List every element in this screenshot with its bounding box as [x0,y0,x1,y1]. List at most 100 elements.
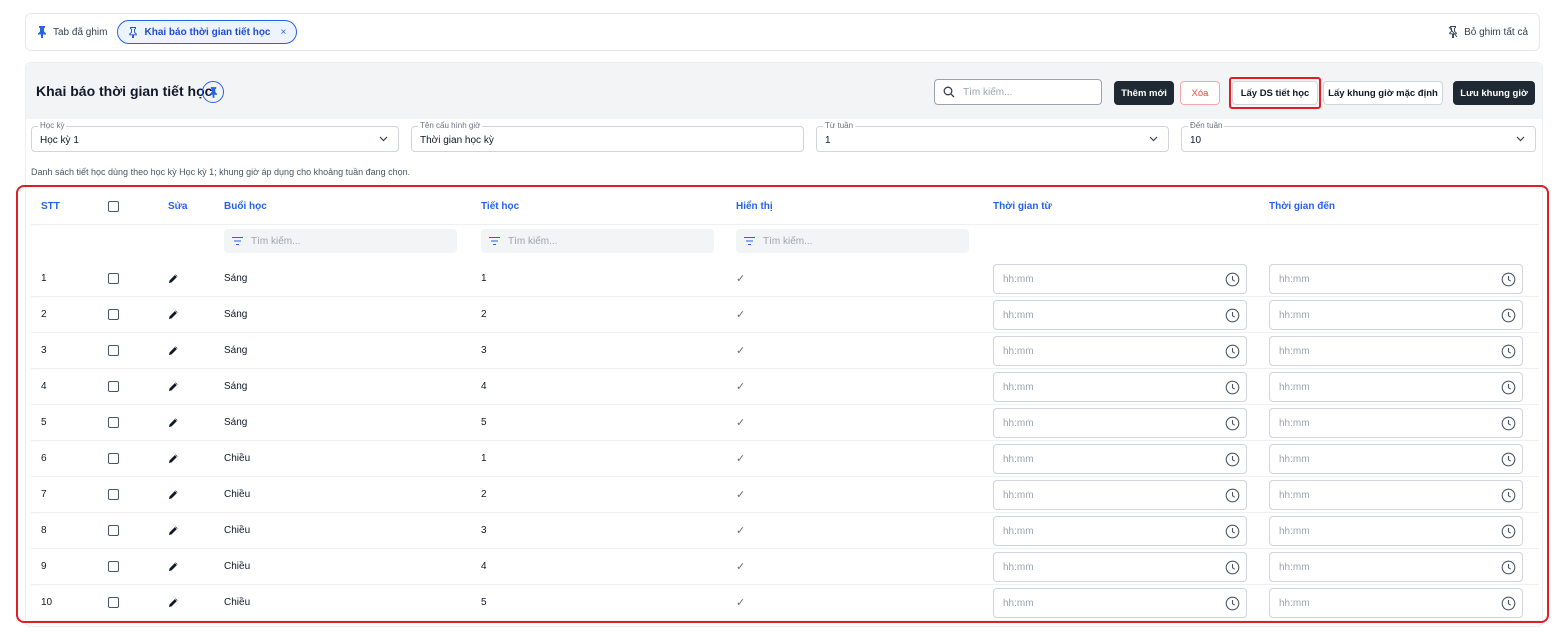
clock-icon[interactable] [1501,416,1516,431]
table-row[interactable]: 8 Chiều 3 ✓ hh:mm hh:mm [31,513,1539,549]
table-row[interactable]: 10 Chiều 5 ✓ hh:mm hh:mm [31,585,1539,621]
row-checkbox-cell[interactable] [108,297,119,332]
time-to-input[interactable]: hh:mm [1269,588,1523,618]
clock-icon[interactable] [1225,560,1240,575]
search-input[interactable] [963,86,1083,98]
clock-icon[interactable] [1225,380,1240,395]
pencil-icon[interactable] [168,345,179,356]
display-filter[interactable]: Tìm kiếm... [736,229,969,253]
clock-icon[interactable] [1225,344,1240,359]
period-filter[interactable]: Tìm kiếm... [481,229,714,253]
time-to-input[interactable]: hh:mm [1269,408,1523,438]
time-to-input[interactable]: hh:mm [1269,480,1523,510]
row-checkbox[interactable] [108,597,119,608]
time-from-input[interactable]: hh:mm [993,264,1247,294]
time-from-input[interactable]: hh:mm [993,480,1247,510]
time-from-input[interactable]: hh:mm [993,372,1247,402]
row-checkbox[interactable] [108,417,119,428]
time-from-input[interactable]: hh:mm [993,300,1247,330]
row-checkbox[interactable] [108,561,119,572]
semester-select[interactable]: Học kỳ Học kỳ 1 [31,121,399,152]
clock-icon[interactable] [1225,308,1240,323]
edit-cell[interactable] [168,297,179,332]
clock-icon[interactable] [1225,416,1240,431]
edit-cell[interactable] [168,549,179,584]
row-checkbox[interactable] [108,273,119,284]
col-session[interactable]: Buổi học [224,189,267,224]
config-name-field[interactable]: Tên cấu hình giờ Thời gian học kỳ [411,121,804,152]
get-default-timeframe-button[interactable]: Lấy khung giờ mặc định [1323,81,1443,105]
pencil-icon[interactable] [168,453,179,464]
add-new-button[interactable]: Thêm mới [1114,81,1174,105]
row-checkbox-cell[interactable] [108,333,119,368]
pencil-icon[interactable] [168,309,179,320]
delete-button[interactable]: Xóa [1180,81,1220,105]
row-checkbox[interactable] [108,309,119,320]
row-checkbox[interactable] [108,489,119,500]
clock-icon[interactable] [1501,380,1516,395]
pencil-icon[interactable] [168,417,179,428]
row-checkbox[interactable] [108,381,119,392]
time-from-input[interactable]: hh:mm [993,516,1247,546]
select-all-checkbox[interactable] [108,201,119,212]
time-from-input[interactable]: hh:mm [993,444,1247,474]
edit-cell[interactable] [168,585,179,620]
pinned-tab-active[interactable]: Khai báo thời gian tiết học × [117,20,298,44]
time-to-input[interactable]: hh:mm [1269,372,1523,402]
row-checkbox-cell[interactable] [108,261,119,296]
clock-icon[interactable] [1501,272,1516,287]
to-week-select[interactable]: Đến tuần 10 [1181,121,1536,152]
time-to-input[interactable]: hh:mm [1269,444,1523,474]
close-icon[interactable]: × [281,27,287,38]
edit-cell[interactable] [168,477,179,512]
row-checkbox[interactable] [108,525,119,536]
table-row[interactable]: 3 Sáng 3 ✓ hh:mm hh:mm [31,333,1539,369]
col-display[interactable]: Hiển thị [736,189,773,224]
time-to-input[interactable]: hh:mm [1269,552,1523,582]
session-filter[interactable]: Tìm kiếm... [224,229,457,253]
row-checkbox-cell[interactable] [108,513,119,548]
clock-icon[interactable] [1501,560,1516,575]
pencil-icon[interactable] [168,597,179,608]
col-time-to[interactable]: Thời gian đến [1269,189,1335,224]
edit-cell[interactable] [168,405,179,440]
clock-icon[interactable] [1501,308,1516,323]
time-to-input[interactable]: hh:mm [1269,300,1523,330]
from-week-select[interactable]: Từ tuần 1 [816,121,1169,152]
unpin-all-button[interactable]: Bỏ ghim tất cả [1448,26,1528,38]
title-pin-icon[interactable] [202,81,224,103]
clock-icon[interactable] [1501,344,1516,359]
pencil-icon[interactable] [168,489,179,500]
time-from-input[interactable]: hh:mm [993,588,1247,618]
row-checkbox-cell[interactable] [108,369,119,404]
col-period[interactable]: Tiết học [481,189,519,224]
edit-cell[interactable] [168,513,179,548]
select-all-cell[interactable] [108,189,119,224]
clock-icon[interactable] [1225,524,1240,539]
get-period-list-button[interactable]: Lấy DS tiết học [1232,81,1318,105]
time-from-input[interactable]: hh:mm [993,552,1247,582]
clock-icon[interactable] [1225,596,1240,611]
table-row[interactable]: 2 Sáng 2 ✓ hh:mm hh:mm [31,297,1539,333]
col-time-from[interactable]: Thời gian từ [993,189,1052,224]
edit-cell[interactable] [168,261,179,296]
row-checkbox-cell[interactable] [108,549,119,584]
time-to-input[interactable]: hh:mm [1269,516,1523,546]
table-row[interactable]: 5 Sáng 5 ✓ hh:mm hh:mm [31,405,1539,441]
time-to-input[interactable]: hh:mm [1269,264,1523,294]
edit-cell[interactable] [168,441,179,476]
row-checkbox-cell[interactable] [108,477,119,512]
table-row[interactable]: 9 Chiều 4 ✓ hh:mm hh:mm [31,549,1539,585]
table-row[interactable]: 1 Sáng 1 ✓ hh:mm hh:mm [31,261,1539,297]
clock-icon[interactable] [1501,596,1516,611]
pencil-icon[interactable] [168,525,179,536]
clock-icon[interactable] [1225,488,1240,503]
edit-cell[interactable] [168,333,179,368]
row-checkbox-cell[interactable] [108,405,119,440]
row-checkbox-cell[interactable] [108,441,119,476]
clock-icon[interactable] [1225,272,1240,287]
row-checkbox-cell[interactable] [108,585,119,620]
time-to-input[interactable]: hh:mm [1269,336,1523,366]
table-row[interactable]: 7 Chiều 2 ✓ hh:mm hh:mm [31,477,1539,513]
clock-icon[interactable] [1225,452,1240,467]
